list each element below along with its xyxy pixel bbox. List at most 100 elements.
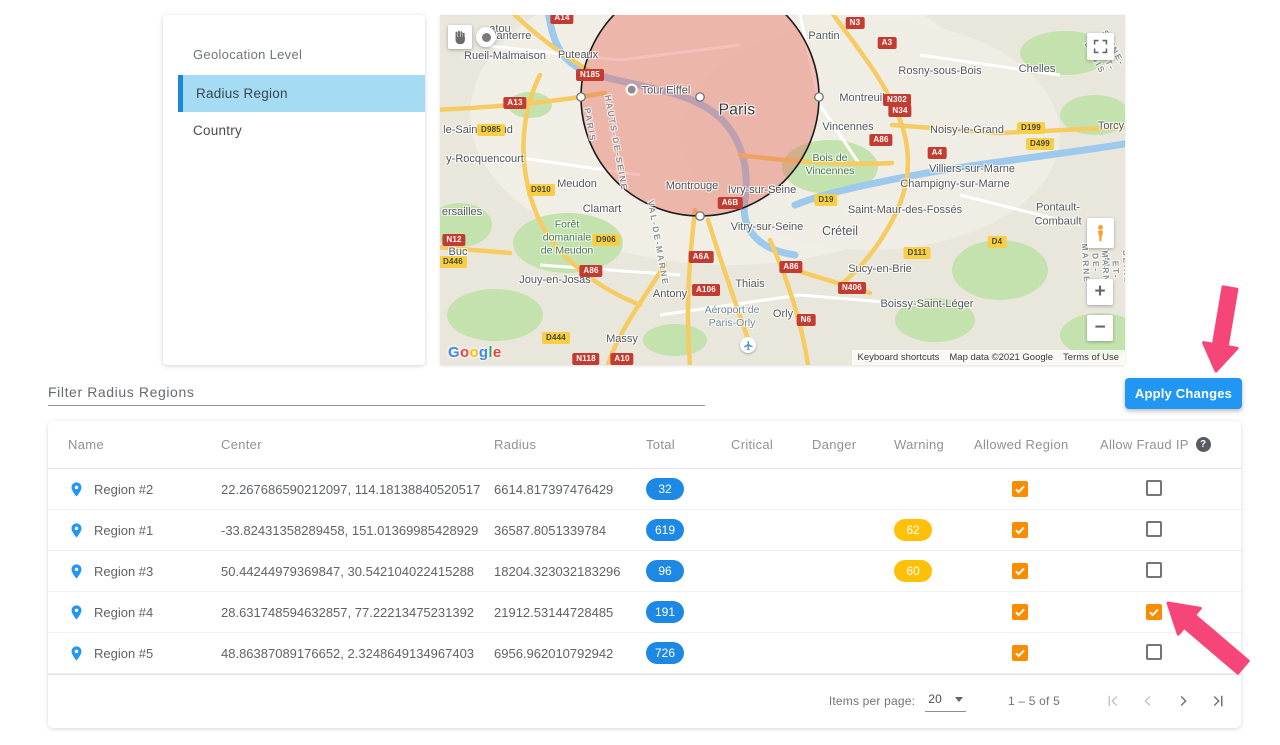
map-attribution: Keyboard shortcuts Map data ©2021 Google… bbox=[852, 350, 1125, 365]
keyboard-shortcuts-link[interactable]: Keyboard shortcuts bbox=[858, 352, 940, 363]
region-name-cell: Region #3 bbox=[48, 563, 221, 580]
location-pin-icon bbox=[68, 604, 85, 621]
allowed-region-checkbox[interactable] bbox=[1012, 645, 1028, 661]
total-badge: 32 bbox=[646, 478, 684, 500]
check-icon bbox=[1014, 647, 1026, 659]
annotation-arrow-apply-changes bbox=[1204, 287, 1238, 371]
allowed-region-checkbox[interactable] bbox=[1012, 522, 1028, 538]
next-page-button[interactable] bbox=[1174, 692, 1192, 710]
check-icon bbox=[1014, 524, 1026, 536]
region-radius: 6614.817397476429 bbox=[494, 482, 646, 497]
panel-title: Geolocation Level bbox=[163, 15, 425, 62]
table-row: Region #5 48.86387089176652, 2.3248649134… bbox=[48, 633, 1241, 674]
items-per-page-select[interactable]: 20 bbox=[925, 690, 966, 712]
column-header-total: Total bbox=[646, 437, 731, 452]
items-per-page-label: Items per page: bbox=[829, 694, 915, 708]
fullscreen-icon bbox=[1093, 39, 1108, 54]
chevron-down-icon bbox=[955, 697, 963, 702]
region-center: 22.267686590212097, 114.18138840520517 bbox=[221, 482, 494, 497]
allowed-region-checkbox[interactable] bbox=[1012, 481, 1028, 497]
region-radius: 36587.8051339784 bbox=[494, 523, 646, 538]
table-row: Region #428.631748594632857, 77.22213475… bbox=[48, 592, 1241, 633]
check-icon bbox=[1014, 565, 1026, 577]
sidebar-item-country[interactable]: Country bbox=[163, 112, 425, 149]
pegman-button[interactable] bbox=[1087, 218, 1114, 248]
region-name: Region #3 bbox=[94, 564, 153, 579]
warning-badge: 62 bbox=[894, 519, 932, 541]
allow-fraud-ip-checkbox[interactable] bbox=[1146, 562, 1162, 578]
region-name-cell: Region #1 bbox=[48, 522, 221, 539]
column-header-warning: Warning bbox=[894, 437, 974, 452]
first-page-button[interactable] bbox=[1104, 692, 1122, 710]
first-page-icon bbox=[1104, 692, 1122, 710]
column-header-allow-fraud-ip: Allow Fraud IP ? bbox=[1100, 437, 1241, 452]
region-center: 50.44244979369847, 30.542104022415288 bbox=[221, 564, 494, 579]
pan-tool-button[interactable] bbox=[448, 25, 472, 49]
region-name-cell: Region #2 bbox=[48, 481, 221, 498]
column-header-critical: Critical bbox=[731, 437, 812, 452]
column-header-danger: Danger bbox=[812, 437, 894, 452]
google-logo[interactable]: Google bbox=[448, 344, 502, 361]
draw-circle-tool-button[interactable] bbox=[476, 27, 496, 47]
region-radius: 21912.53144728485 bbox=[494, 605, 646, 620]
allow-fraud-ip-checkbox[interactable] bbox=[1146, 644, 1162, 660]
table-header: Name Center Radius Total Critical Danger… bbox=[48, 421, 1241, 469]
last-page-button[interactable] bbox=[1209, 692, 1227, 710]
allow-fraud-ip-checkbox[interactable] bbox=[1146, 604, 1162, 620]
region-name: Region #4 bbox=[94, 605, 153, 620]
allow-fraud-ip-checkbox[interactable] bbox=[1146, 521, 1162, 537]
circle-tool-icon bbox=[482, 33, 491, 42]
zoom-in-button[interactable]: + bbox=[1087, 279, 1113, 305]
items-per-page-value: 20 bbox=[928, 692, 942, 706]
pagination-range: 1 – 5 of 5 bbox=[1008, 694, 1060, 708]
map-data-text: Map data ©2021 Google bbox=[949, 352, 1053, 363]
filter-radius-regions-input[interactable] bbox=[48, 378, 705, 406]
chevron-right-icon bbox=[1174, 692, 1192, 710]
last-page-icon bbox=[1209, 692, 1227, 710]
terms-of-use-link[interactable]: Terms of Use bbox=[1063, 352, 1119, 363]
region-center: 48.86387089176652, 2.3248649134967403 bbox=[221, 646, 494, 661]
help-icon[interactable]: ? bbox=[1196, 437, 1211, 452]
region-radius: 6956.962010792942 bbox=[494, 646, 646, 661]
region-name-cell: Region #4 bbox=[48, 604, 221, 621]
fullscreen-button[interactable] bbox=[1087, 33, 1114, 60]
apply-changes-button[interactable]: Apply Changes bbox=[1125, 378, 1242, 409]
region-radius: 18204.323032183296 bbox=[494, 564, 646, 579]
pegman-icon bbox=[1094, 223, 1107, 244]
hand-icon bbox=[452, 29, 468, 45]
column-header-label: Allow Fraud IP bbox=[1100, 437, 1189, 452]
table-row: Region #2 22.267686590212097, 114.1813884… bbox=[48, 469, 1241, 510]
column-header-radius: Radius bbox=[494, 437, 646, 452]
sidebar-item-radius-region[interactable]: Radius Region bbox=[178, 75, 425, 112]
map-tiles bbox=[440, 15, 1125, 365]
airport-marker-icon bbox=[740, 337, 756, 353]
column-header-allowed-region: Allowed Region bbox=[974, 437, 1100, 452]
total-badge: 619 bbox=[646, 519, 684, 541]
region-name-cell: Region #5 bbox=[48, 645, 221, 662]
region-name: Region #5 bbox=[94, 646, 153, 661]
check-icon bbox=[1014, 606, 1026, 618]
region-name: Region #1 bbox=[94, 523, 153, 538]
geolocation-settings-page: { "colors": { "accent_blue": "#2196F3", … bbox=[0, 0, 1280, 745]
location-pin-icon bbox=[68, 563, 85, 580]
check-icon bbox=[1148, 606, 1160, 618]
region-center: -33.82431358289458, 151.01369985428929 bbox=[221, 523, 494, 538]
sidebar-item-label: Country bbox=[193, 123, 242, 138]
column-header-name: Name bbox=[48, 437, 221, 452]
location-pin-icon bbox=[68, 645, 85, 662]
table-row: Region #1 -33.82431358289458, 151.0136998… bbox=[48, 510, 1241, 551]
google-map[interactable]: atouNanterreRueil-MalmaisonPuteauxTour E… bbox=[440, 15, 1125, 365]
table-footer: Items per page: 20 1 – 5 of 5 bbox=[48, 674, 1241, 727]
table-body: Region #2 22.267686590212097, 114.1813884… bbox=[48, 469, 1241, 674]
previous-page-button[interactable] bbox=[1139, 692, 1157, 710]
warning-badge: 60 bbox=[894, 560, 932, 582]
zoom-out-button[interactable]: − bbox=[1087, 315, 1113, 341]
chevron-left-icon bbox=[1139, 692, 1157, 710]
table-row: Region #3 50.44244979369847, 30.542104022… bbox=[48, 551, 1241, 592]
allow-fraud-ip-checkbox[interactable] bbox=[1146, 480, 1162, 496]
allowed-region-checkbox[interactable] bbox=[1012, 604, 1028, 620]
region-name: Region #2 bbox=[94, 482, 153, 497]
total-badge: 726 bbox=[646, 642, 684, 664]
sidebar-item-label: Radius Region bbox=[196, 86, 288, 101]
allowed-region-checkbox[interactable] bbox=[1012, 563, 1028, 579]
